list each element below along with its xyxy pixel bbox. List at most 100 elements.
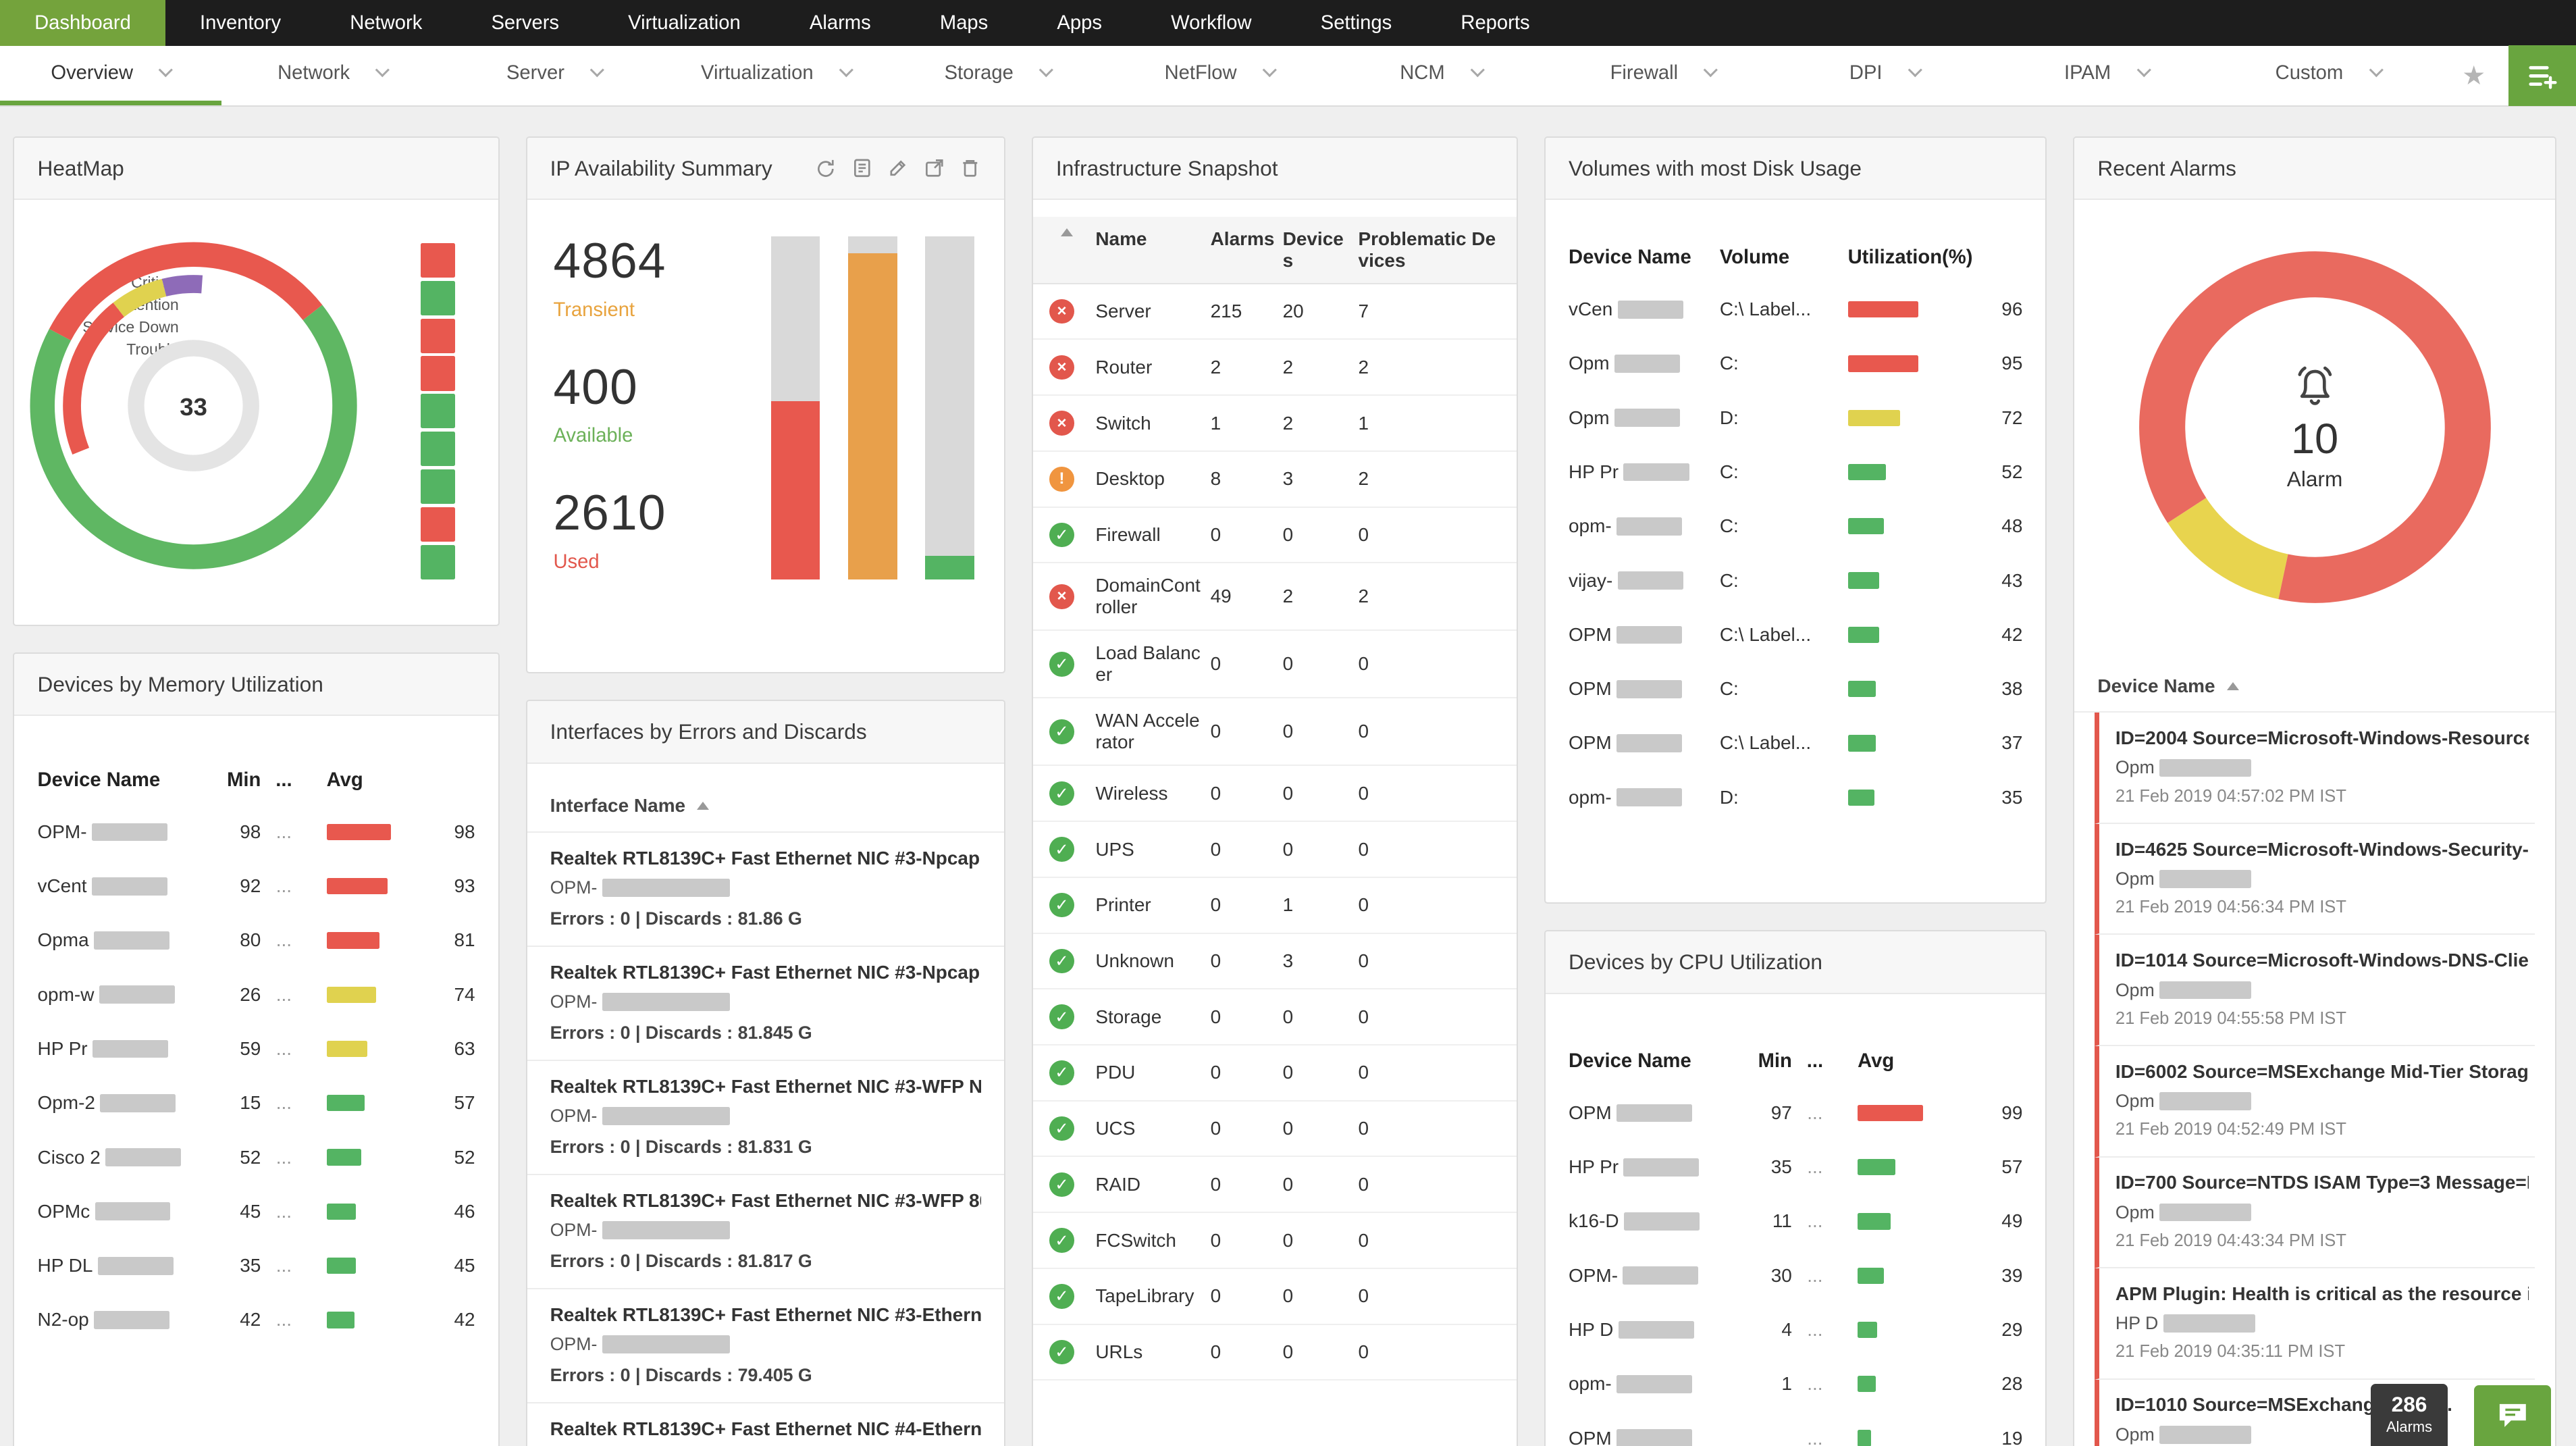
infra-row-urls[interactable]: ✓ URLs 0 0 0 bbox=[1032, 1325, 1517, 1381]
tab-server[interactable]: Server bbox=[444, 46, 665, 105]
chevron-down-icon[interactable] bbox=[1704, 63, 1718, 78]
nav-item-servers[interactable]: Servers bbox=[456, 0, 594, 46]
tab-custom[interactable]: Custom bbox=[2217, 46, 2439, 105]
sort-header[interactable]: Device Name bbox=[2074, 661, 2555, 713]
alarm-item[interactable]: ID=6002 Source=MSExchange Mid-Tier Stora… bbox=[2094, 1046, 2535, 1158]
heatmap-cell[interactable] bbox=[421, 432, 456, 467]
table-row[interactable]: Opm-2 15... 57 bbox=[14, 1076, 498, 1130]
nav-item-reports[interactable]: Reports bbox=[1426, 0, 1564, 46]
tab-ncm[interactable]: NCM bbox=[1330, 46, 1552, 105]
heatmap-cell[interactable] bbox=[421, 356, 456, 391]
heatmap-cell[interactable] bbox=[421, 280, 456, 315]
interface-row[interactable]: Realtek RTL8139C+ Fast Ethernet NIC #4-E… bbox=[527, 1403, 1004, 1446]
chevron-down-icon[interactable] bbox=[1471, 63, 1485, 78]
table-row[interactable]: OPM- 98... 98 bbox=[14, 805, 498, 859]
tab-netflow[interactable]: NetFlow bbox=[1109, 46, 1330, 105]
nav-item-maps[interactable]: Maps bbox=[905, 0, 1023, 46]
report-icon[interactable] bbox=[851, 157, 873, 179]
infra-row-ups[interactable]: ✓ UPS 0 0 0 bbox=[1032, 822, 1517, 878]
nav-item-dashboard[interactable]: Dashboard bbox=[0, 0, 165, 47]
edit-icon[interactable] bbox=[887, 157, 909, 179]
infra-row-load-balancer[interactable]: ✓ Load Balancer 0 0 0 bbox=[1032, 631, 1517, 699]
alarm-item[interactable]: ID=1010 Source=MSExchangeFastS... Opm bbox=[2094, 1379, 2535, 1446]
tab-dpi[interactable]: DPI bbox=[1774, 46, 1995, 105]
table-row[interactable]: vCent 92... 93 bbox=[14, 859, 498, 913]
table-row[interactable]: opm- C: 48 bbox=[1546, 499, 2045, 553]
alarm-item[interactable]: ID=1014 Source=Microsoft-Windows-DNS-Cli… bbox=[2094, 935, 2535, 1046]
table-row[interactable]: OPMc 45... 46 bbox=[14, 1185, 498, 1239]
favorite-star-icon[interactable]: ★ bbox=[2462, 61, 2486, 91]
infra-row-printer[interactable]: ✓ Printer 0 1 0 bbox=[1032, 878, 1517, 934]
heatmap-cell[interactable] bbox=[421, 242, 456, 278]
table-row[interactable]: HP Pr 59... 63 bbox=[14, 1022, 498, 1076]
table-row[interactable]: HP Pr C: 52 bbox=[1546, 445, 2045, 499]
tab-virtualization[interactable]: Virtualization bbox=[665, 46, 887, 105]
chevron-down-icon[interactable] bbox=[1262, 63, 1277, 78]
chevron-down-icon[interactable] bbox=[2369, 63, 2384, 78]
infra-row-tapelibrary[interactable]: ✓ TapeLibrary 0 0 0 bbox=[1032, 1269, 1517, 1325]
nav-item-alarms[interactable]: Alarms bbox=[775, 0, 905, 46]
table-row[interactable]: HP Pr 35... 57 bbox=[1546, 1140, 2045, 1194]
alarm-item[interactable]: ID=2004 Source=Microsoft-Windows-Resourc… bbox=[2094, 713, 2535, 824]
interface-row[interactable]: Realtek RTL8139C+ Fast Ethernet NIC #3-N… bbox=[527, 833, 1004, 947]
table-row[interactable]: OPM... 19 bbox=[1546, 1411, 2045, 1446]
chevron-down-icon[interactable] bbox=[590, 63, 604, 78]
table-row[interactable]: HP DL 35... 45 bbox=[14, 1239, 498, 1293]
infra-row-storage[interactable]: ✓ Storage 0 0 0 bbox=[1032, 989, 1517, 1046]
table-row[interactable]: vijay- C: 43 bbox=[1546, 553, 2045, 607]
alarm-item[interactable]: APM Plugin: Health is critical as the re… bbox=[2094, 1268, 2535, 1380]
infra-row-domaincontroller[interactable]: × DomainController 49 2 2 bbox=[1032, 563, 1517, 631]
infra-row-wan-accelerator[interactable]: ✓ WAN Accelerator 0 0 0 bbox=[1032, 698, 1517, 767]
table-row[interactable]: OPM C: 38 bbox=[1546, 662, 2045, 716]
tab-storage[interactable]: Storage bbox=[887, 46, 1109, 105]
infra-row-fcswitch[interactable]: ✓ FCSwitch 0 0 0 bbox=[1032, 1213, 1517, 1269]
interface-row[interactable]: Realtek RTL8139C+ Fast Ethernet NIC #3-W… bbox=[527, 1175, 1004, 1289]
chevron-down-icon[interactable] bbox=[839, 63, 853, 78]
table-row[interactable]: Opm D: 72 bbox=[1546, 391, 2045, 445]
infra-row-ucs[interactable]: ✓ UCS 0 0 0 bbox=[1032, 1102, 1517, 1158]
table-row[interactable]: opm-w 26... 74 bbox=[14, 968, 498, 1022]
alarm-item[interactable]: ID=4625 Source=Microsoft-Windows-Securit… bbox=[2094, 823, 2535, 935]
feedback-chat-button[interactable] bbox=[2474, 1385, 2552, 1446]
add-dashboard-button[interactable] bbox=[2508, 45, 2576, 107]
table-row[interactable]: Opma 80... 81 bbox=[14, 913, 498, 967]
infra-row-desktop[interactable]: ! Desktop 8 3 2 bbox=[1032, 452, 1517, 508]
interface-row[interactable]: Realtek RTL8139C+ Fast Ethernet NIC #3-W… bbox=[527, 1061, 1004, 1175]
infra-row-router[interactable]: × Router 2 2 2 bbox=[1032, 340, 1517, 396]
chevron-down-icon[interactable] bbox=[1039, 63, 1053, 78]
delete-icon[interactable] bbox=[960, 157, 981, 179]
table-row[interactable]: vCen C:\ Label... 96 bbox=[1546, 282, 2045, 336]
infra-row-server[interactable]: × Server 215 20 7 bbox=[1032, 284, 1517, 340]
nav-item-virtualization[interactable]: Virtualization bbox=[594, 0, 775, 46]
infra-row-wireless[interactable]: ✓ Wireless 0 0 0 bbox=[1032, 766, 1517, 823]
heatmap-cell[interactable] bbox=[421, 469, 456, 505]
table-row[interactable]: opm- 1... 28 bbox=[1546, 1357, 2045, 1411]
alarm-count-badge[interactable]: 286 Alarms bbox=[2370, 1383, 2448, 1446]
tab-overview[interactable]: Overview bbox=[0, 46, 222, 106]
tab-firewall[interactable]: Firewall bbox=[1552, 46, 1774, 105]
nav-item-inventory[interactable]: Inventory bbox=[165, 0, 315, 46]
nav-item-settings[interactable]: Settings bbox=[1286, 0, 1427, 46]
table-row[interactable]: HP D 4... 29 bbox=[1546, 1303, 2045, 1357]
table-row[interactable]: opm- D: 35 bbox=[1546, 771, 2045, 825]
table-row[interactable]: Opm C: 95 bbox=[1546, 336, 2045, 390]
chevron-down-icon[interactable] bbox=[159, 63, 174, 78]
table-row[interactable]: k16-D 11... 49 bbox=[1546, 1194, 2045, 1248]
heatmap-cell[interactable] bbox=[421, 507, 456, 542]
infra-row-raid[interactable]: ✓ RAID 0 0 0 bbox=[1032, 1157, 1517, 1214]
nav-item-network[interactable]: Network bbox=[315, 0, 456, 46]
infra-row-firewall[interactable]: ✓ Firewall 0 0 0 bbox=[1032, 508, 1517, 564]
tab-network[interactable]: Network bbox=[221, 46, 443, 105]
popout-icon[interactable] bbox=[924, 157, 945, 179]
heatmap-cell[interactable] bbox=[421, 318, 456, 353]
heatmap-cell[interactable] bbox=[421, 545, 456, 580]
refresh-icon[interactable] bbox=[815, 157, 837, 179]
interface-row[interactable]: Realtek RTL8139C+ Fast Ethernet NIC #3-E… bbox=[527, 1289, 1004, 1403]
alarm-item[interactable]: ID=700 Source=NTDS ISAM Type=3 Message=N… bbox=[2094, 1157, 2535, 1269]
interface-row[interactable]: Realtek RTL8139C+ Fast Ethernet NIC #3-N… bbox=[527, 947, 1004, 1061]
nav-item-apps[interactable]: Apps bbox=[1022, 0, 1136, 46]
sort-header[interactable]: Interface Name bbox=[527, 780, 1004, 833]
table-row[interactable]: OPM- 30... 39 bbox=[1546, 1249, 2045, 1303]
table-row[interactable]: OPM 97... 99 bbox=[1546, 1086, 2045, 1140]
chevron-down-icon[interactable] bbox=[1908, 63, 1922, 78]
